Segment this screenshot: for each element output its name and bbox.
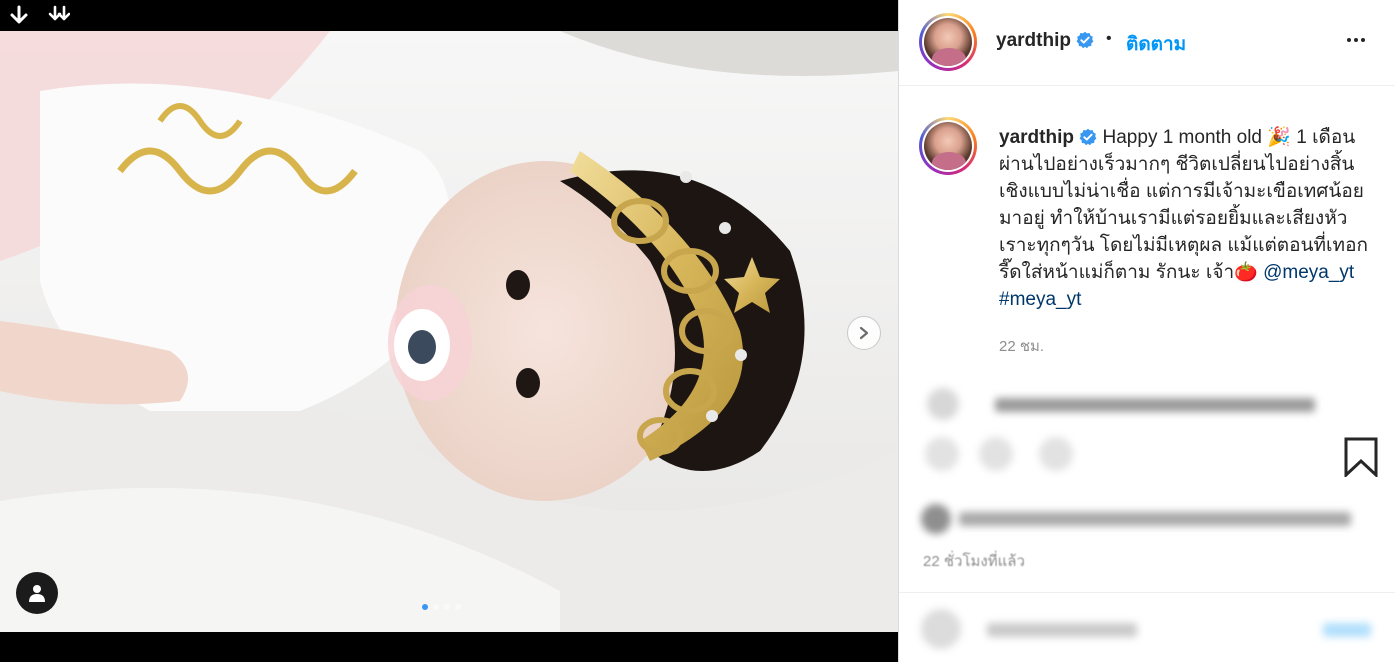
caption-mention[interactable]: @meya_yt bbox=[1263, 262, 1354, 283]
comment-input-area[interactable] bbox=[899, 592, 1395, 662]
baby-with-crown-image bbox=[0, 31, 898, 632]
caption-username[interactable]: yardthip bbox=[999, 127, 1074, 148]
media-toolbar bbox=[0, 0, 898, 31]
carousel-dot[interactable] bbox=[455, 604, 461, 610]
carousel-indicator bbox=[422, 604, 461, 610]
post-actions bbox=[899, 425, 1395, 485]
post-caption: yardthip Happy 1 month old 🎉 1 เดือน ผ่า… bbox=[999, 124, 1379, 313]
header-separator: • bbox=[1106, 30, 1112, 47]
verified-badge-icon bbox=[1076, 31, 1094, 49]
post-header: yardthip • ติดตาม bbox=[899, 0, 1395, 86]
carousel-dot[interactable] bbox=[422, 604, 428, 610]
blurred-likes bbox=[899, 500, 1395, 536]
carousel-dot[interactable] bbox=[433, 604, 439, 610]
post-media-panel bbox=[0, 0, 898, 662]
blurred-comment bbox=[899, 384, 1395, 424]
next-slide-button[interactable] bbox=[847, 316, 881, 350]
tagged-users-button[interactable] bbox=[16, 572, 58, 614]
caption-text: Happy 1 month old 🎉 1 เดือน ผ่านไปอย่างเ… bbox=[999, 127, 1368, 283]
post-time-ago: 22 ชั่วโมงที่แล้ว bbox=[923, 553, 1025, 570]
caption-avatar[interactable] bbox=[919, 117, 977, 175]
caption-hashtag[interactable]: #meya_yt bbox=[999, 289, 1081, 310]
bookmark-icon[interactable] bbox=[1343, 437, 1379, 477]
follow-button[interactable]: ติดตาม bbox=[1126, 29, 1186, 59]
post-side-panel: yardthip • ติดตาม yardthip Happy 1 month… bbox=[898, 0, 1395, 662]
verified-badge-icon bbox=[1079, 128, 1097, 146]
author-avatar[interactable] bbox=[919, 13, 977, 71]
more-options-icon[interactable] bbox=[1347, 30, 1365, 50]
user-tag-icon bbox=[29, 585, 45, 602]
media-bottom-bar bbox=[0, 632, 898, 662]
author-username: yardthip bbox=[996, 30, 1071, 51]
download-icon[interactable] bbox=[8, 5, 30, 27]
chevron-right-icon bbox=[859, 326, 869, 340]
author-username-link[interactable]: yardthip bbox=[996, 30, 1094, 52]
download-all-icon[interactable] bbox=[48, 5, 70, 27]
caption-time: 22 ชม. bbox=[999, 338, 1045, 355]
carousel-dot[interactable] bbox=[444, 604, 450, 610]
post-photo[interactable] bbox=[0, 31, 898, 632]
